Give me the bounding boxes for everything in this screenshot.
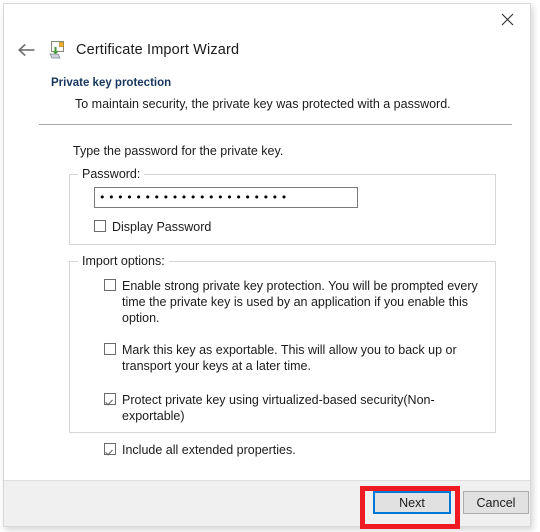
option-row-mark-exportable[interactable]: Mark this key as exportable. This will a…	[104, 342, 483, 374]
option-row-vbs-protection[interactable]: Protect private key using virtualized-ba…	[104, 392, 483, 424]
extended-properties-checkbox[interactable]	[104, 443, 116, 455]
close-button[interactable]	[485, 4, 530, 34]
page-title: Private key protection	[51, 77, 172, 89]
close-icon	[501, 13, 514, 25]
strong-protection-label: Enable strong private key protection. Yo…	[122, 279, 478, 325]
mark-exportable-label: Mark this key as exportable. This will a…	[122, 343, 457, 373]
certificate-import-wizard-window: Certificate Import Wizard Private key pr…	[3, 3, 531, 527]
instruction-text: Type the password for the private key.	[73, 144, 284, 158]
heading-block: Private key protection To maintain secur…	[4, 76, 530, 112]
password-value: •••••••••••••••••••••	[99, 191, 290, 204]
mark-exportable-checkbox[interactable]	[104, 343, 116, 355]
vbs-protection-checkbox[interactable]	[104, 393, 116, 405]
dialog-footer: Next Cancel	[4, 480, 530, 526]
wizard-body: Type the password for the private key. P…	[4, 125, 530, 457]
back-button[interactable]	[12, 39, 42, 61]
password-groupbox: Password: ••••••••••••••••••••• Display …	[69, 167, 496, 245]
certificate-import-icon	[48, 41, 68, 59]
option-row-strong-protection[interactable]: Enable strong private key protection. Yo…	[104, 278, 483, 326]
title-bar: Certificate Import Wizard	[4, 4, 530, 76]
vbs-protection-label: Protect private key using virtualized-ba…	[122, 393, 435, 423]
strong-protection-checkbox[interactable]	[104, 279, 116, 291]
wizard-header: Certificate Import Wizard	[4, 37, 239, 63]
back-arrow-icon	[18, 43, 35, 57]
page-subtitle: To maintain security, the private key wa…	[75, 97, 451, 111]
cancel-button[interactable]: Cancel	[463, 491, 529, 514]
password-input[interactable]: •••••••••••••••••••••	[94, 187, 358, 208]
next-button[interactable]: Next	[373, 491, 451, 514]
option-row-extended-properties[interactable]: Include all extended properties.	[104, 442, 483, 458]
import-options-groupbox: Import options: Enable strong private ke…	[69, 254, 496, 457]
extended-properties-label: Include all extended properties.	[122, 443, 296, 457]
import-options-group-legend: Import options:	[78, 254, 169, 269]
password-group-legend: Password:	[78, 167, 145, 182]
display-password-row[interactable]: Display Password	[94, 219, 483, 235]
wizard-title: Certificate Import Wizard	[76, 42, 240, 58]
display-password-label: Display Password	[112, 220, 212, 234]
display-password-checkbox[interactable]	[94, 220, 106, 232]
